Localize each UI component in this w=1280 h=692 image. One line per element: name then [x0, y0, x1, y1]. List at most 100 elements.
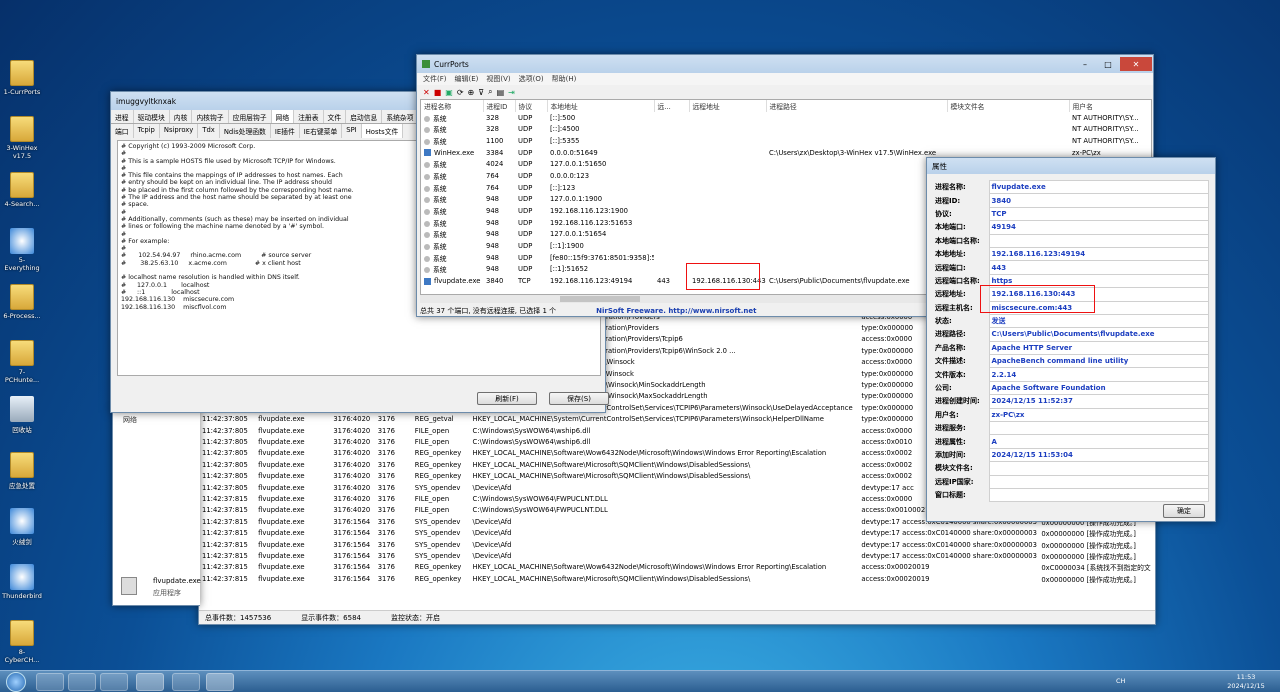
property-value[interactable]	[988, 233, 1209, 248]
tab[interactable]: 系统杂项	[382, 110, 419, 123]
save-icon[interactable]: ▣	[445, 88, 453, 97]
tab[interactable]: Nsiproxy	[160, 124, 199, 138]
desktop-icon[interactable]: 3-WinHex v17.5	[2, 116, 42, 160]
property-value[interactable]: flvupdate.exe	[988, 179, 1209, 195]
desktop-icon[interactable]: 6-Process...	[2, 284, 42, 320]
tab[interactable]: 应用层钩子	[229, 110, 272, 123]
property-value[interactable]: Apache Software Foundation	[988, 380, 1209, 396]
save-button[interactable]: 保存(S)	[549, 392, 609, 405]
clock[interactable]: 11:53 2024/12/15	[1226, 673, 1266, 691]
property-value[interactable]	[988, 474, 1209, 489]
taskbar-ie[interactable]	[36, 673, 64, 691]
property-value[interactable]: 2024/12/15 11:52:37	[988, 394, 1209, 409]
event-row[interactable]: 11:42:37:815 flvupdate.exe 3176:1564 3176 RE…	[199, 562, 1157, 573]
properties-dialog[interactable]: 属性 进程名称: flvupdate.exe 进程ID: 3840 协议: TCP 本地端口…	[926, 157, 1216, 522]
desktop-icon[interactable]: 5-Everything	[2, 228, 42, 272]
taskbar-app2[interactable]	[172, 673, 200, 691]
tab[interactable]: 进程	[111, 110, 134, 123]
column-header[interactable]: 远...	[654, 100, 690, 112]
desktop-icon[interactable]: 8-CyberCH...	[2, 620, 42, 664]
tab[interactable]: 端口	[111, 124, 134, 138]
column-header[interactable]: 进程名称	[421, 100, 484, 112]
nirsoft-link[interactable]: NirSoft Freeware. http://www.nirsoft.net	[596, 307, 756, 315]
target-icon[interactable]: ⊕	[468, 88, 475, 97]
column-header[interactable]: 进程ID	[483, 100, 516, 112]
column-header[interactable]: 协议	[515, 100, 548, 112]
port-row[interactable]: 系统 328 UDP [::]:4500 NT AUTHORITY\SY...	[421, 123, 1151, 135]
exit-icon[interactable]: ⇥	[508, 88, 515, 97]
search-icon[interactable]: ⌕	[488, 87, 492, 97]
property-value[interactable]: 443	[988, 260, 1209, 275]
currports-titlebar[interactable]: CurrPorts – □ ✕	[417, 55, 1153, 73]
property-value[interactable]: 发送	[988, 313, 1209, 329]
property-value[interactable]: 49194	[988, 220, 1209, 235]
port-row[interactable]: 系统 328 UDP [::]:500 NT AUTHORITY\SY...	[421, 112, 1151, 124]
ok-button[interactable]: 确定	[1163, 504, 1205, 518]
tab[interactable]: Tdx	[198, 124, 220, 138]
tab[interactable]: 驱动模块	[134, 110, 170, 123]
tab[interactable]: 注册表	[294, 110, 324, 123]
taskbar-app1[interactable]	[136, 673, 164, 691]
tab[interactable]: 内核钩子	[192, 110, 229, 123]
property-value[interactable]: 2.2.14	[988, 367, 1209, 382]
tab[interactable]: IE插件	[271, 124, 300, 138]
property-value[interactable]: Apache HTTP Server	[988, 340, 1209, 356]
desktop-icon[interactable]: 1-CurrPorts	[2, 60, 42, 96]
tab[interactable]: 文件	[324, 110, 347, 123]
event-row[interactable]: 11:42:37:815 flvupdate.exe 3176:1564 3176 SY…	[199, 539, 1157, 550]
tab[interactable]: IE右键菜单	[300, 124, 343, 138]
property-value[interactable]	[988, 461, 1209, 476]
refresh-button[interactable]: 刷新(F)	[477, 392, 537, 405]
property-value[interactable]: A	[988, 434, 1209, 449]
menu-item[interactable]: 帮助(H)	[552, 74, 577, 84]
start-button[interactable]	[6, 672, 26, 692]
tab[interactable]: Ndis处理函数	[220, 124, 271, 138]
properties-icon[interactable]: ▤	[497, 88, 505, 97]
menu-item[interactable]: 视图(V)	[486, 74, 510, 84]
desktop-icon[interactable]: 7-PCHunte...	[2, 340, 42, 384]
event-row[interactable]: 11:42:37:815 flvupdate.exe 3176:1564 3176 SY…	[199, 527, 1157, 538]
tab[interactable]: 内核	[170, 110, 193, 123]
close-button[interactable]: ✕	[1120, 57, 1152, 71]
tab[interactable]: Hosts文件	[361, 124, 404, 138]
event-row[interactable]: 11:42:37:815 flvupdate.exe 3176:1564 3176 SY…	[199, 550, 1157, 561]
minimize-button[interactable]: –	[1074, 57, 1096, 71]
maximize-button[interactable]: □	[1097, 57, 1119, 71]
column-header[interactable]: 进程路径	[766, 100, 948, 112]
column-header[interactable]: 本地地址	[547, 100, 655, 112]
column-header[interactable]: 模块文件名	[947, 100, 1070, 112]
properties-titlebar[interactable]: 属性	[927, 158, 1215, 174]
desktop-icon[interactable]: 4-Search...	[2, 172, 42, 208]
menu-item[interactable]: 编辑(E)	[455, 74, 479, 84]
property-value[interactable]	[988, 487, 1209, 503]
property-value[interactable]: 3840	[988, 193, 1209, 208]
property-value[interactable]: 2024/12/15 11:53:04	[988, 447, 1209, 463]
tab[interactable]: 网络	[271, 110, 295, 123]
taskbar-app3[interactable]	[206, 673, 234, 691]
property-value[interactable]	[988, 421, 1209, 436]
tab[interactable]: Tcpip	[134, 124, 160, 138]
stop-icon[interactable]: ■	[434, 88, 442, 97]
column-header[interactable]: 用户名	[1069, 100, 1151, 112]
column-header[interactable]: 远程地址	[689, 100, 767, 112]
refresh-icon[interactable]: ⟳	[457, 88, 464, 97]
property-value[interactable]: zx-PC\zx	[988, 407, 1209, 423]
property-value[interactable]: C:\Users\Public\Documents\flvupdate.exe	[988, 327, 1209, 342]
port-row[interactable]: 系统 1100 UDP [::]:5355 NT AUTHORITY\SY...	[421, 135, 1151, 147]
desktop-icon[interactable]: Thunderbird	[2, 564, 42, 600]
property-value[interactable]: ApacheBench command line utility	[988, 354, 1209, 369]
property-value[interactable]: 192.168.116.123:49194	[988, 246, 1209, 262]
tab[interactable]: 启动信息	[346, 110, 383, 123]
taskbar-explorer[interactable]	[68, 673, 96, 691]
desktop-icon[interactable]: 回收站	[2, 396, 42, 434]
filter-icon[interactable]: ⊽	[478, 88, 484, 97]
lang-indicator[interactable]: CH	[1116, 677, 1125, 685]
desktop-icon[interactable]: 应急处置	[2, 452, 42, 490]
desktop-icon[interactable]: 火绒剑	[2, 508, 42, 546]
menu-item[interactable]: 选项(O)	[519, 74, 544, 84]
close-conn-icon[interactable]: ✕	[423, 88, 430, 97]
property-value[interactable]: TCP	[988, 206, 1209, 222]
menu-item[interactable]: 文件(F)	[423, 74, 447, 84]
event-row[interactable]: 11:42:37:815 flvupdate.exe 3176:1564 3176 RE…	[199, 573, 1157, 584]
tab[interactable]: SPI	[342, 124, 362, 138]
